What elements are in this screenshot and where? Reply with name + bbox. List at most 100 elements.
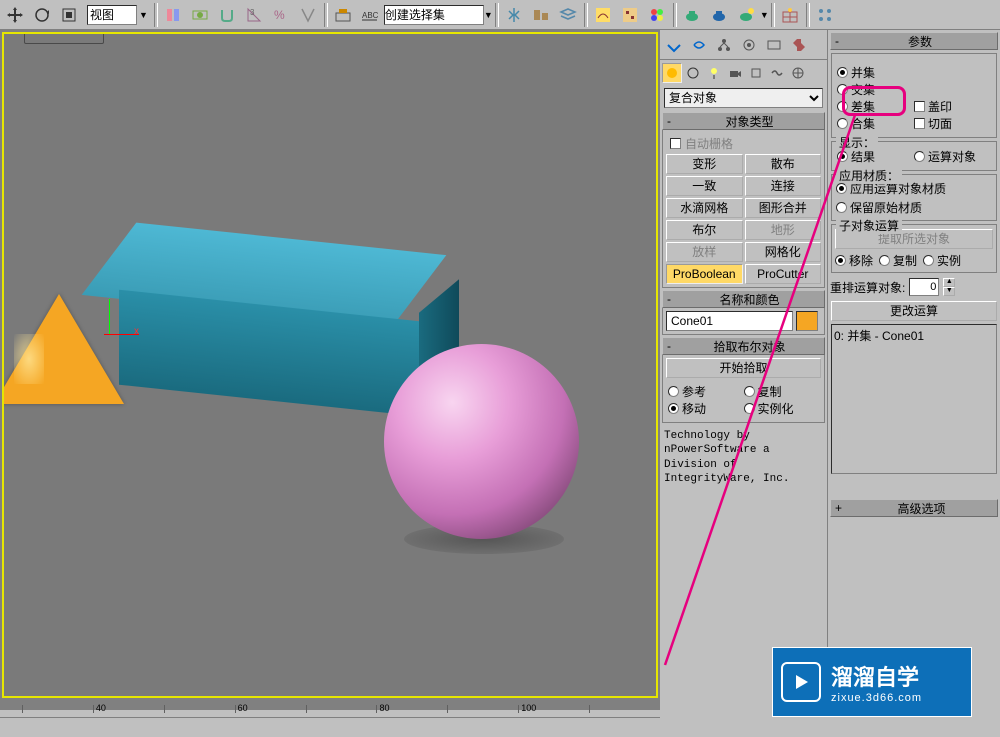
modify-tab-icon[interactable] (687, 33, 711, 57)
render-frame-icon[interactable] (706, 2, 732, 28)
inst-so-radio[interactable] (923, 255, 934, 266)
geometry-tab-icon[interactable] (662, 63, 682, 83)
scale-tool-icon[interactable] (56, 2, 82, 28)
move-radio[interactable] (668, 403, 679, 414)
blobmesh-button[interactable]: 水滴网格 (666, 198, 743, 218)
object-category-dropdown[interactable]: 复合对象 (664, 88, 823, 108)
loft-button[interactable]: 放样 (666, 242, 743, 262)
hierarchy-tab-icon[interactable] (712, 33, 736, 57)
merge-radio[interactable] (837, 118, 848, 129)
remove-radio[interactable] (835, 255, 846, 266)
svg-text:3: 3 (250, 8, 255, 17)
view-input[interactable] (87, 5, 137, 25)
change-operation-button[interactable]: 更改运算 (831, 301, 997, 321)
create-tab-icon[interactable] (662, 33, 686, 57)
mirror-icon[interactable] (501, 2, 527, 28)
misc-icon[interactable] (812, 2, 838, 28)
schematic-icon[interactable] (617, 2, 643, 28)
reorder-spinner[interactable] (909, 278, 939, 296)
object-name-input[interactable] (666, 311, 793, 331)
subtraction-radio[interactable] (837, 101, 848, 112)
union-radio[interactable] (837, 67, 848, 78)
subobj-group: 子对象运算 提取所选对象 移除 复制 实例 (831, 224, 997, 273)
object-color-swatch[interactable] (796, 311, 818, 331)
selection-set-dropdown[interactable] (384, 5, 484, 25)
render-setup-icon[interactable] (679, 2, 705, 28)
boolean-button[interactable]: 布尔 (666, 220, 743, 240)
systems-tab-icon[interactable] (788, 63, 808, 83)
start-pick-button[interactable]: 开始拾取 (666, 358, 821, 378)
cookie-checkbox[interactable] (914, 118, 925, 129)
command-tabs (660, 30, 827, 60)
tool-icon-1[interactable] (160, 2, 186, 28)
copy-so-radio[interactable] (879, 255, 890, 266)
tech-credit-text: Technology by nPowerSoftware a Division … (660, 425, 827, 490)
expand-icon: + (835, 501, 842, 515)
pick-boolean-header[interactable]: - 拾取布尔对象 (662, 337, 825, 355)
spinner-snap-icon[interactable] (295, 2, 321, 28)
quick-render-icon[interactable] (733, 2, 759, 28)
angle-snap-icon[interactable]: 3 (241, 2, 267, 28)
layer-icon[interactable] (555, 2, 581, 28)
viewport[interactable]: x (2, 32, 658, 698)
params-header[interactable]: - 参数 (830, 32, 998, 50)
list-item[interactable]: 0: 并集 - Cone01 (834, 327, 994, 344)
rotate-tool-icon[interactable] (29, 2, 55, 28)
spinner-up-icon[interactable]: ▲ (943, 278, 955, 287)
material-editor-icon[interactable] (644, 2, 670, 28)
imprint-checkbox[interactable] (914, 101, 925, 112)
lights-tab-icon[interactable] (704, 63, 724, 83)
percent-snap-icon[interactable]: % (268, 2, 294, 28)
named-sel-icon[interactable] (330, 2, 356, 28)
align-icon[interactable] (528, 2, 554, 28)
name-color-header[interactable]: - 名称和颜色 (662, 290, 825, 308)
svg-text:%: % (274, 8, 285, 22)
object-type-header[interactable]: - 对象类型 (662, 112, 825, 130)
copy-radio[interactable] (744, 386, 755, 397)
result-radio[interactable] (837, 151, 848, 162)
advanced-header[interactable]: + 高级选项 (830, 499, 998, 517)
name-color-rollout: - 名称和颜色 (662, 290, 825, 335)
scatter-button[interactable]: 散布 (745, 154, 822, 174)
svg-text:ABC: ABC (362, 11, 379, 20)
display-tab-icon[interactable] (762, 33, 786, 57)
motion-tab-icon[interactable] (737, 33, 761, 57)
intersection-radio[interactable] (837, 84, 848, 95)
snap-toggle-icon[interactable] (214, 2, 240, 28)
spacewarps-tab-icon[interactable] (767, 63, 787, 83)
operands-radio[interactable] (914, 151, 925, 162)
move-tool-icon[interactable] (2, 2, 28, 28)
view-dropdown[interactable]: ▼ (83, 4, 152, 26)
parameters-panel: - 参数 并集 交集 差集 盖印 合集 切面 显示： (828, 30, 1000, 710)
apply-operand-radio[interactable] (836, 183, 847, 194)
operands-list[interactable]: 0: 并集 - Cone01 (831, 324, 997, 474)
object-type-rollout: - 对象类型 自动栅格 变形 散布 一致 连接 水滴网格 图形合并 (662, 112, 825, 288)
conform-button[interactable]: 一致 (666, 176, 743, 196)
cameras-tab-icon[interactable] (725, 63, 745, 83)
box-object[interactable] (99, 246, 429, 421)
morph-button[interactable]: 变形 (666, 154, 743, 174)
spinner-down-icon[interactable]: ▼ (943, 287, 955, 296)
transform-gizmo[interactable]: x (104, 314, 144, 354)
tool-icon-2[interactable] (187, 2, 213, 28)
reference-radio[interactable] (668, 386, 679, 397)
helpers-tab-icon[interactable] (746, 63, 766, 83)
terrain-button[interactable]: 地形 (745, 220, 822, 240)
shapes-tab-icon[interactable] (683, 63, 703, 83)
mesher-button[interactable]: 网格化 (745, 242, 822, 262)
curve-editor-icon[interactable] (590, 2, 616, 28)
instance-radio[interactable] (744, 403, 755, 414)
procutter-button[interactable]: ProCutter (745, 264, 822, 284)
collapse-icon: - (835, 34, 839, 48)
grid-icon[interactable] (777, 2, 803, 28)
abc-icon[interactable]: ABC (357, 2, 383, 28)
create-category-tabs (660, 60, 827, 86)
main-area: x (0, 30, 1000, 700)
retain-orig-radio[interactable] (836, 202, 847, 213)
connect-button[interactable]: 连接 (745, 176, 822, 196)
sphere-object[interactable] (384, 344, 579, 539)
proboolean-button[interactable]: ProBoolean (666, 264, 743, 284)
command-panel: 复合对象 - 对象类型 自动栅格 变形 散布 一致 (660, 30, 1000, 710)
shapemerge-button[interactable]: 图形合并 (745, 198, 822, 218)
utilities-tab-icon[interactable] (787, 33, 811, 57)
